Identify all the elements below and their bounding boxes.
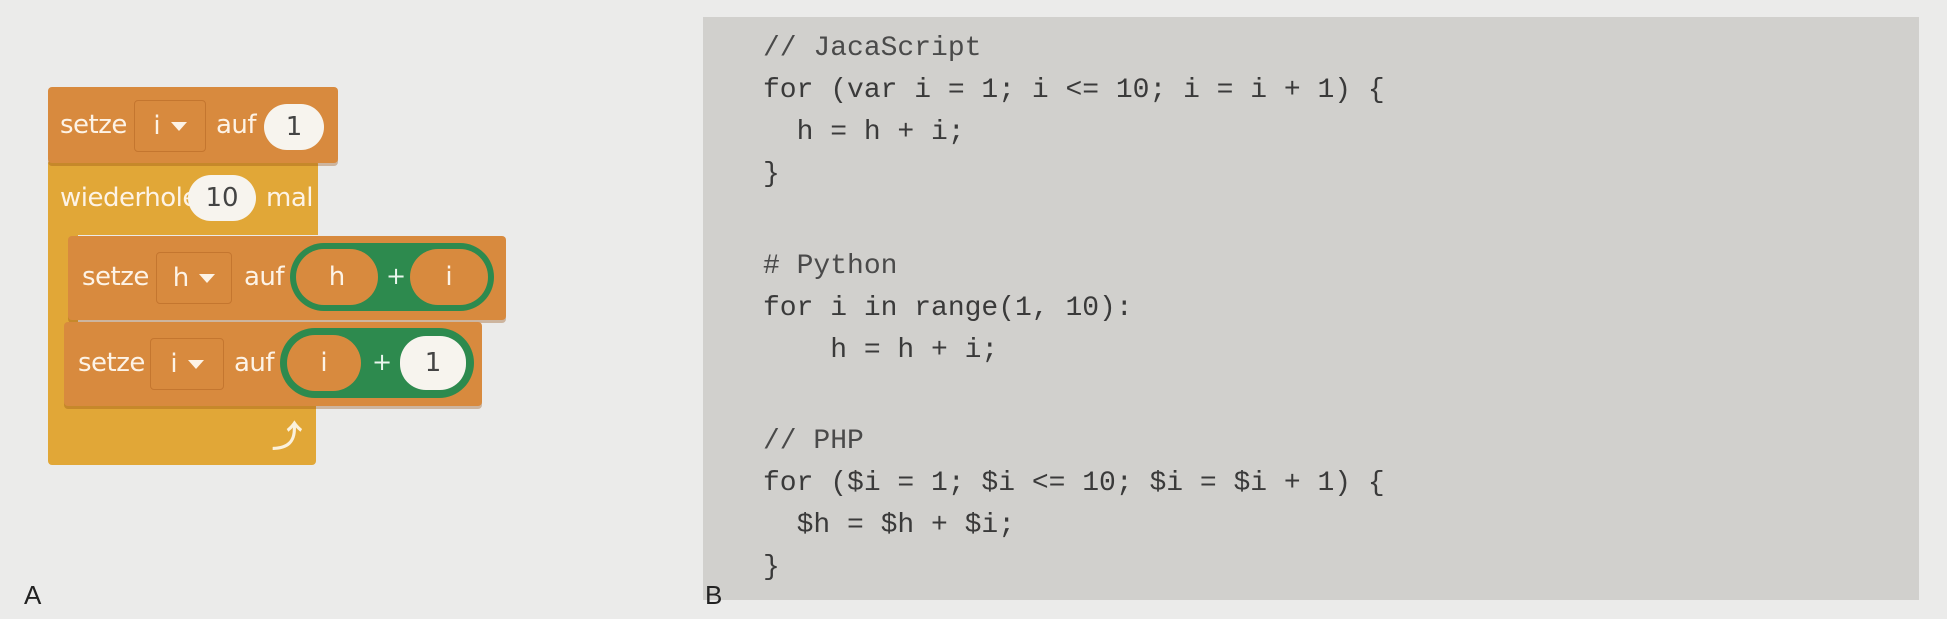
- increment-i-left-operand[interactable]: i: [287, 335, 361, 391]
- code-line: }: [763, 552, 780, 583]
- code-line: h = h + i;: [763, 117, 965, 148]
- repeat-suffix: mal: [266, 183, 313, 213]
- code-line: # Python: [763, 251, 898, 282]
- chevron-down-icon: [170, 121, 187, 131]
- increment-i-variable-dropdown[interactable]: i: [150, 338, 224, 390]
- rotate-arrow-icon: ⤴: [272, 421, 302, 454]
- code-line: $h = $h + $i;: [763, 510, 1016, 541]
- repeat-keyword: wiederhole: [60, 183, 198, 213]
- code-line: for (var i = 1; i <= 10; i = i + 1) {: [763, 75, 1385, 106]
- code-line: for i in range(1, 10):: [763, 293, 1133, 324]
- javascript-snippet: // JacaScript for (var i = 1; i <= 10; i…: [763, 28, 1385, 196]
- set-i-keyword: setze: [60, 110, 127, 140]
- code-line: // JacaScript: [763, 33, 982, 64]
- set-i-variable-dropdown[interactable]: i: [134, 100, 206, 152]
- text-code-panel: // JacaScript for (var i = 1; i <= 10; i…: [703, 17, 1919, 600]
- panel-a-label: A: [24, 580, 42, 610]
- increment-i-variable-name: i: [170, 349, 178, 379]
- increment-i-keyword: setze: [78, 348, 145, 378]
- set-h-to-label: auf: [244, 262, 285, 292]
- set-i-to-label: auf: [216, 110, 257, 140]
- set-h-plus-operator: +: [386, 262, 407, 290]
- code-line: for ($i = 1; $i <= 10; $i = $i + 1) {: [763, 468, 1385, 499]
- panel-b-label: B: [705, 580, 723, 610]
- code-line: }: [763, 159, 780, 190]
- increment-i-value-input[interactable]: 1: [400, 336, 466, 390]
- block-code-panel: setze i auf 1 wiederhole 10 mal setze h …: [0, 0, 700, 619]
- set-h-variable-name: h: [172, 263, 190, 293]
- chevron-down-icon: [187, 359, 204, 369]
- python-snippet: # Python for i in range(1, 10): h = h + …: [763, 246, 1133, 372]
- increment-i-to-label: auf: [234, 348, 275, 378]
- set-h-right-operand[interactable]: i: [410, 249, 488, 305]
- set-h-keyword: setze: [82, 262, 149, 292]
- code-line: h = h + i;: [763, 335, 999, 366]
- set-h-variable-dropdown[interactable]: h: [156, 252, 232, 304]
- chevron-down-icon: [199, 273, 216, 283]
- set-i-value-input[interactable]: 1: [264, 104, 324, 150]
- set-i-variable-name: i: [153, 111, 161, 141]
- set-h-left-operand[interactable]: h: [296, 249, 378, 305]
- figure: setze i auf 1 wiederhole 10 mal setze h …: [0, 0, 1947, 619]
- increment-i-plus-operator: +: [372, 348, 393, 376]
- php-snippet: // PHP for ($i = 1; $i <= 10; $i = $i + …: [763, 421, 1385, 589]
- repeat-count-input[interactable]: 10: [188, 175, 256, 221]
- code-line: // PHP: [763, 426, 864, 457]
